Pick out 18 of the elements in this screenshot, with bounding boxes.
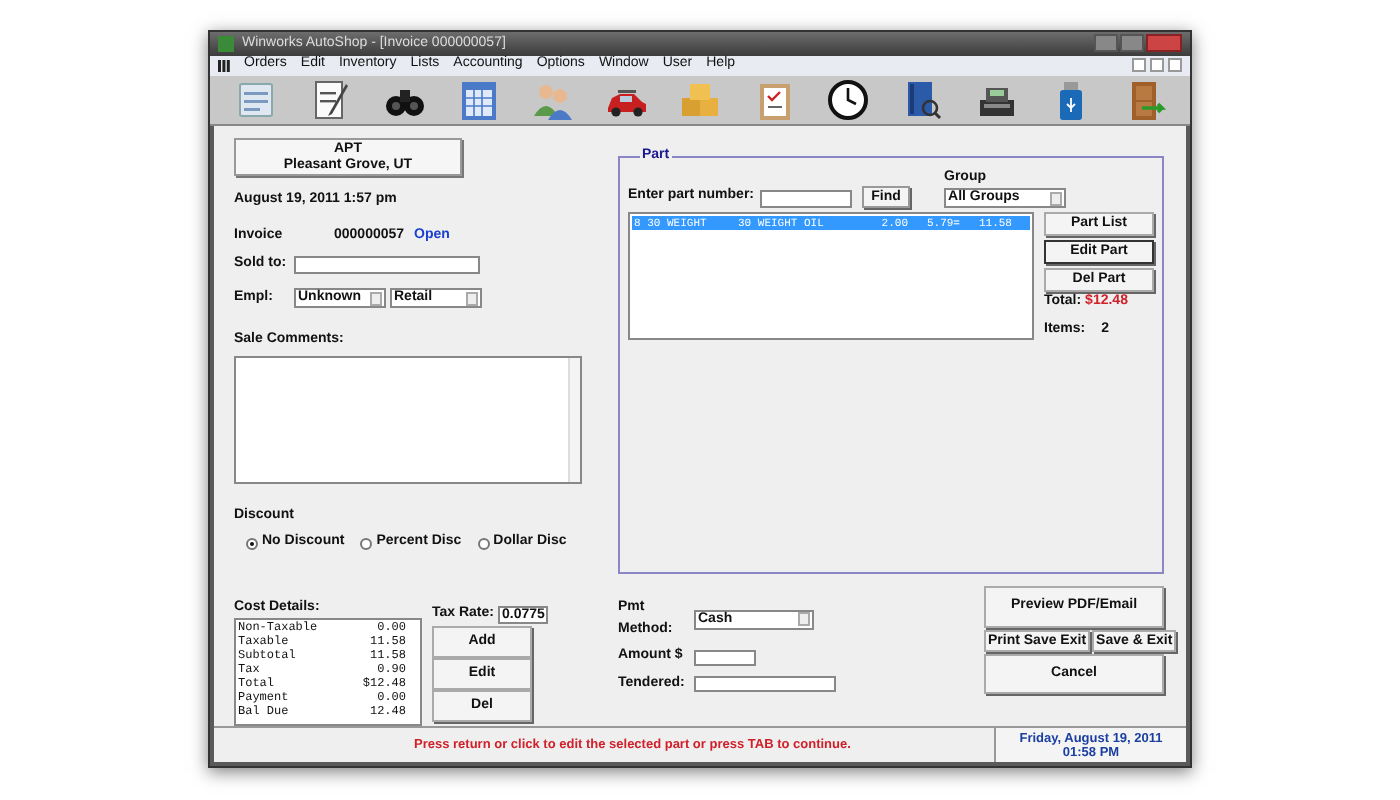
tendered-field[interactable]: [694, 676, 836, 693]
part-number-field[interactable]: [760, 190, 853, 209]
menu-icon[interactable]: [218, 59, 230, 72]
close-button[interactable]: [1168, 58, 1182, 73]
minimize-button[interactable]: [1132, 58, 1146, 73]
clock-icon[interactable]: [826, 78, 871, 123]
close-button[interactable]: [1146, 34, 1182, 53]
radio-button[interactable]: [246, 537, 258, 550]
scrollbar[interactable]: [568, 357, 580, 482]
amount-field[interactable]: [694, 649, 756, 666]
comments-field[interactable]: [234, 355, 582, 484]
sold-to-field[interactable]: [294, 256, 480, 275]
radio-button[interactable]: [360, 537, 373, 550]
restore-button[interactable]: [1150, 58, 1164, 73]
minimize-button[interactable]: [1094, 34, 1118, 53]
maximize-button[interactable]: [1120, 34, 1144, 53]
radio-button[interactable]: [477, 537, 490, 550]
app-icon: [218, 35, 234, 52]
